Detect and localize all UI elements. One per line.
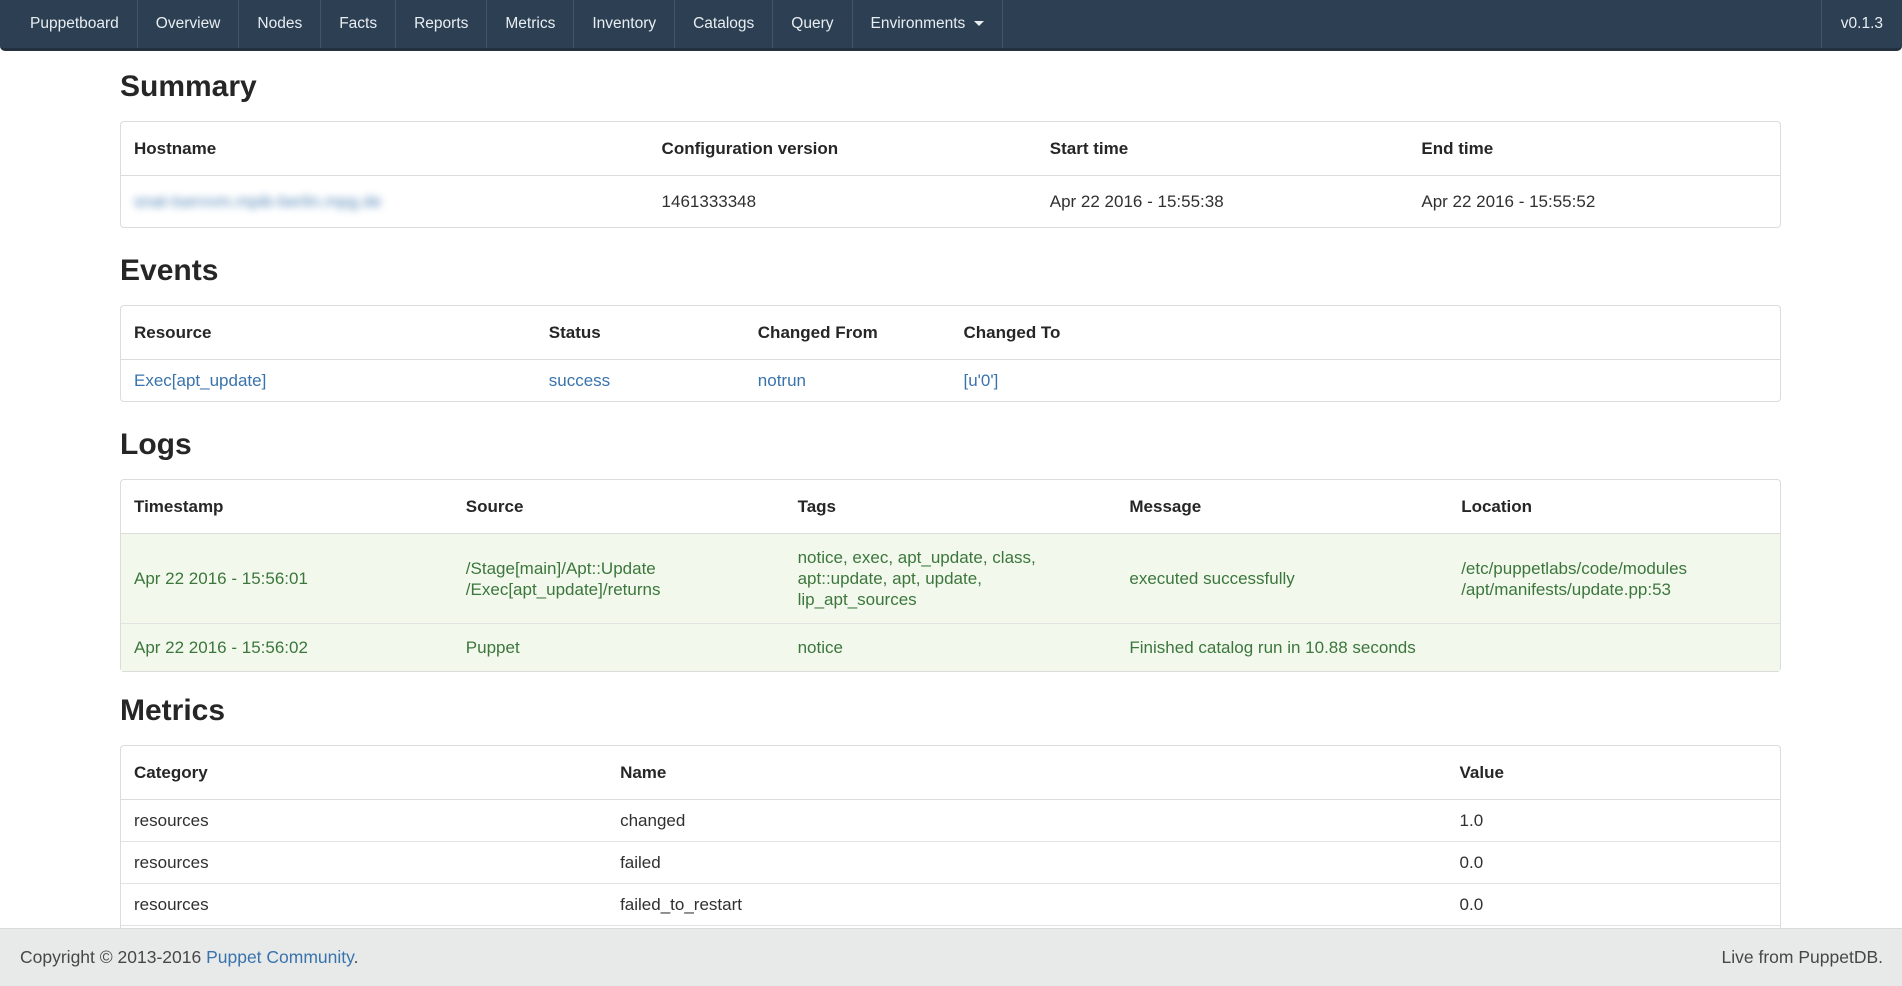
log-row: Apr 22 2016 - 15:56:01 /Stage[main]/Apt:…: [121, 534, 1780, 624]
page-footer: Copyright © 2013-2016 Puppet Community. …: [0, 928, 1902, 986]
log-location: /etc/puppetlabs/code/modules /apt/manife…: [1448, 534, 1780, 624]
logs-col-message: Message: [1116, 480, 1448, 534]
events-col-resource: Resource: [121, 306, 536, 360]
nav-dropdown-environments[interactable]: Environments: [853, 0, 1004, 48]
nav-item-metrics[interactable]: Metrics: [487, 0, 574, 48]
metric-name: changed: [607, 800, 1446, 842]
metric-value: 1.0: [1447, 800, 1780, 842]
nav-item-inventory[interactable]: Inventory: [574, 0, 675, 48]
log-timestamp: Apr 22 2016 - 15:56:02: [121, 624, 453, 671]
events-col-status: Status: [536, 306, 745, 360]
event-changed-from-link[interactable]: notrun: [758, 371, 806, 390]
log-tags: notice, exec, apt_update, class, apt::up…: [785, 534, 1117, 624]
log-location: [1448, 624, 1780, 671]
event-row: Exec[apt_update] success notrun [u'0']: [121, 360, 1780, 401]
nav-item-catalogs[interactable]: Catalogs: [675, 0, 773, 48]
summary-header-row: Hostname Configuration version Start tim…: [121, 122, 1780, 176]
nav-item-reports[interactable]: Reports: [396, 0, 487, 48]
log-source: /Stage[main]/Apt::Update /Exec[apt_updat…: [453, 534, 785, 624]
navbar-brand[interactable]: Puppetboard: [12, 0, 138, 48]
metric-value: 0.0: [1447, 884, 1780, 926]
navbar-menu: Puppetboard Overview Nodes Facts Reports…: [0, 0, 1003, 48]
nav-item-nodes[interactable]: Nodes: [239, 0, 321, 48]
logs-header-row: Timestamp Source Tags Message Location: [121, 480, 1780, 534]
events-table: Resource Status Changed From Changed To …: [120, 305, 1781, 402]
event-resource-link[interactable]: Exec[apt_update]: [134, 371, 266, 390]
top-navbar: Puppetboard Overview Nodes Facts Reports…: [0, 0, 1902, 51]
metrics-col-name: Name: [607, 746, 1446, 800]
metrics-section: Metrics Category Name Value resources ch…: [120, 694, 1781, 945]
metric-category: resources: [121, 800, 607, 842]
metric-value: 0.0: [1447, 842, 1780, 884]
summary-section: Summary Hostname Configuration version S…: [120, 70, 1781, 228]
summary-row: snat-tservvm.mpib-berlin.mpg.de 14613333…: [121, 176, 1780, 227]
footer-copyright-text: Copyright © 2013-2016: [20, 947, 206, 967]
events-header-row: Resource Status Changed From Changed To: [121, 306, 1780, 360]
metrics-table: Category Name Value resources changed 1.…: [120, 745, 1781, 945]
metric-name: failed: [607, 842, 1446, 884]
logs-col-source: Source: [453, 480, 785, 534]
log-message: Finished catalog run in 10.88 seconds: [1116, 624, 1448, 671]
metrics-col-value: Value: [1447, 746, 1780, 800]
end-time-value: Apr 22 2016 - 15:55:52: [1408, 176, 1780, 227]
navbar-brand-link[interactable]: Puppetboard: [12, 0, 137, 48]
summary-col-start-time: Start time: [1037, 122, 1409, 176]
log-source: Puppet: [453, 624, 785, 671]
nav-item-facts[interactable]: Facts: [321, 0, 396, 48]
metrics-col-category: Category: [121, 746, 607, 800]
events-heading: Events: [120, 254, 1781, 287]
puppet-community-link[interactable]: Puppet Community: [206, 947, 354, 967]
footer-copyright-period: .: [354, 947, 359, 967]
logs-table: Timestamp Source Tags Message Location A…: [120, 479, 1781, 672]
log-row: Apr 22 2016 - 15:56:02 Puppet notice Fin…: [121, 624, 1780, 671]
metrics-heading: Metrics: [120, 694, 1781, 727]
events-col-changed-to: Changed To: [950, 306, 1780, 360]
logs-section: Logs Timestamp Source Tags Message Locat…: [120, 428, 1781, 672]
footer-copyright: Copyright © 2013-2016 Puppet Community.: [20, 947, 358, 968]
metric-category: resources: [121, 842, 607, 884]
logs-col-timestamp: Timestamp: [121, 480, 453, 534]
logs-col-tags: Tags: [785, 480, 1117, 534]
caret-down-icon: [974, 21, 984, 26]
events-col-changed-from: Changed From: [745, 306, 951, 360]
version-label: v0.1.3: [1821, 0, 1902, 48]
metric-row: resources changed 1.0: [121, 800, 1780, 842]
events-section: Events Resource Status Changed From Chan…: [120, 254, 1781, 402]
nav-item-query[interactable]: Query: [773, 0, 852, 48]
log-timestamp: Apr 22 2016 - 15:56:01: [121, 534, 453, 624]
log-message: executed successfully: [1116, 534, 1448, 624]
summary-table: Hostname Configuration version Start tim…: [120, 121, 1781, 228]
event-changed-to-link[interactable]: [u'0']: [963, 371, 998, 390]
logs-heading: Logs: [120, 428, 1781, 461]
summary-heading: Summary: [120, 70, 1781, 103]
metrics-header-row: Category Name Value: [121, 746, 1780, 800]
event-status-link[interactable]: success: [549, 371, 610, 390]
metric-name: failed_to_restart: [607, 884, 1446, 926]
start-time-value: Apr 22 2016 - 15:55:38: [1037, 176, 1409, 227]
summary-col-hostname: Hostname: [121, 122, 649, 176]
summary-col-config-version: Configuration version: [649, 122, 1037, 176]
log-tags: notice: [785, 624, 1117, 671]
main-content: Summary Hostname Configuration version S…: [120, 70, 1781, 945]
nav-item-overview[interactable]: Overview: [138, 0, 240, 48]
environments-dropdown-label: Environments: [871, 15, 966, 32]
metric-category: resources: [121, 884, 607, 926]
config-version-value: 1461333348: [649, 176, 1037, 227]
footer-puppetdb-status: Live from PuppetDB.: [1722, 947, 1883, 968]
hostname-link[interactable]: snat-tservvm.mpib-berlin.mpg.de: [134, 192, 382, 211]
summary-col-end-time: End time: [1408, 122, 1780, 176]
logs-col-location: Location: [1448, 480, 1780, 534]
metric-row: resources failed_to_restart 0.0: [121, 884, 1780, 926]
metric-row: resources failed 0.0: [121, 842, 1780, 884]
navbar-spacer: [1003, 0, 1820, 48]
